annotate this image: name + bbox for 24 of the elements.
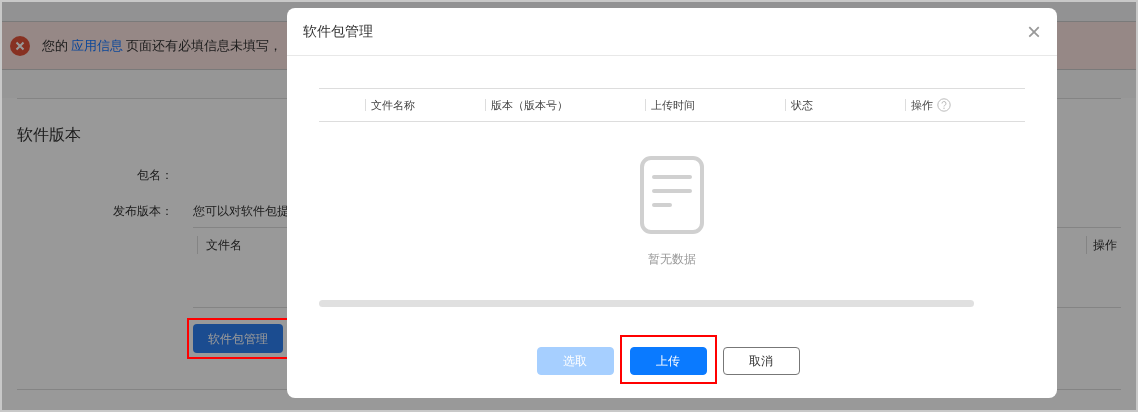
field-label: 发布版本： — [112, 203, 173, 220]
app-info-link[interactable]: 应用信息 — [71, 35, 123, 56]
column-header: 状态 — [791, 97, 813, 113]
dialog-title: 软件包管理 — [303, 22, 373, 41]
banner-text: 您的 — [42, 36, 68, 55]
scrollbar[interactable] — [319, 300, 974, 307]
column-header: 操作 — [1086, 236, 1117, 254]
column-header: 操作 — [911, 97, 933, 113]
empty-text: 暂无数据 — [648, 251, 696, 268]
cancel-button[interactable]: 取消 — [722, 347, 800, 375]
column-header: 版本（版本号） — [491, 97, 568, 113]
field-text: 您可以对软件包提 — [193, 203, 289, 220]
column-header: 文件名 — [197, 236, 242, 254]
empty-document-icon — [640, 156, 704, 234]
field-label: 包名： — [136, 167, 173, 184]
section-title: 软件版本 — [17, 125, 82, 145]
help-icon[interactable] — [937, 98, 951, 112]
column-header: 上传时间 — [651, 97, 695, 113]
column-header: 文件名称 — [371, 97, 415, 113]
error-icon — [10, 35, 30, 56]
dialog-button[interactable]: 上传 — [629, 347, 707, 375]
close-button[interactable]: × — [1027, 19, 1041, 44]
banner-text: 页面还有必填信息未填写， — [126, 36, 282, 55]
package-manage-button[interactable]: 软件包管理 — [193, 324, 283, 353]
